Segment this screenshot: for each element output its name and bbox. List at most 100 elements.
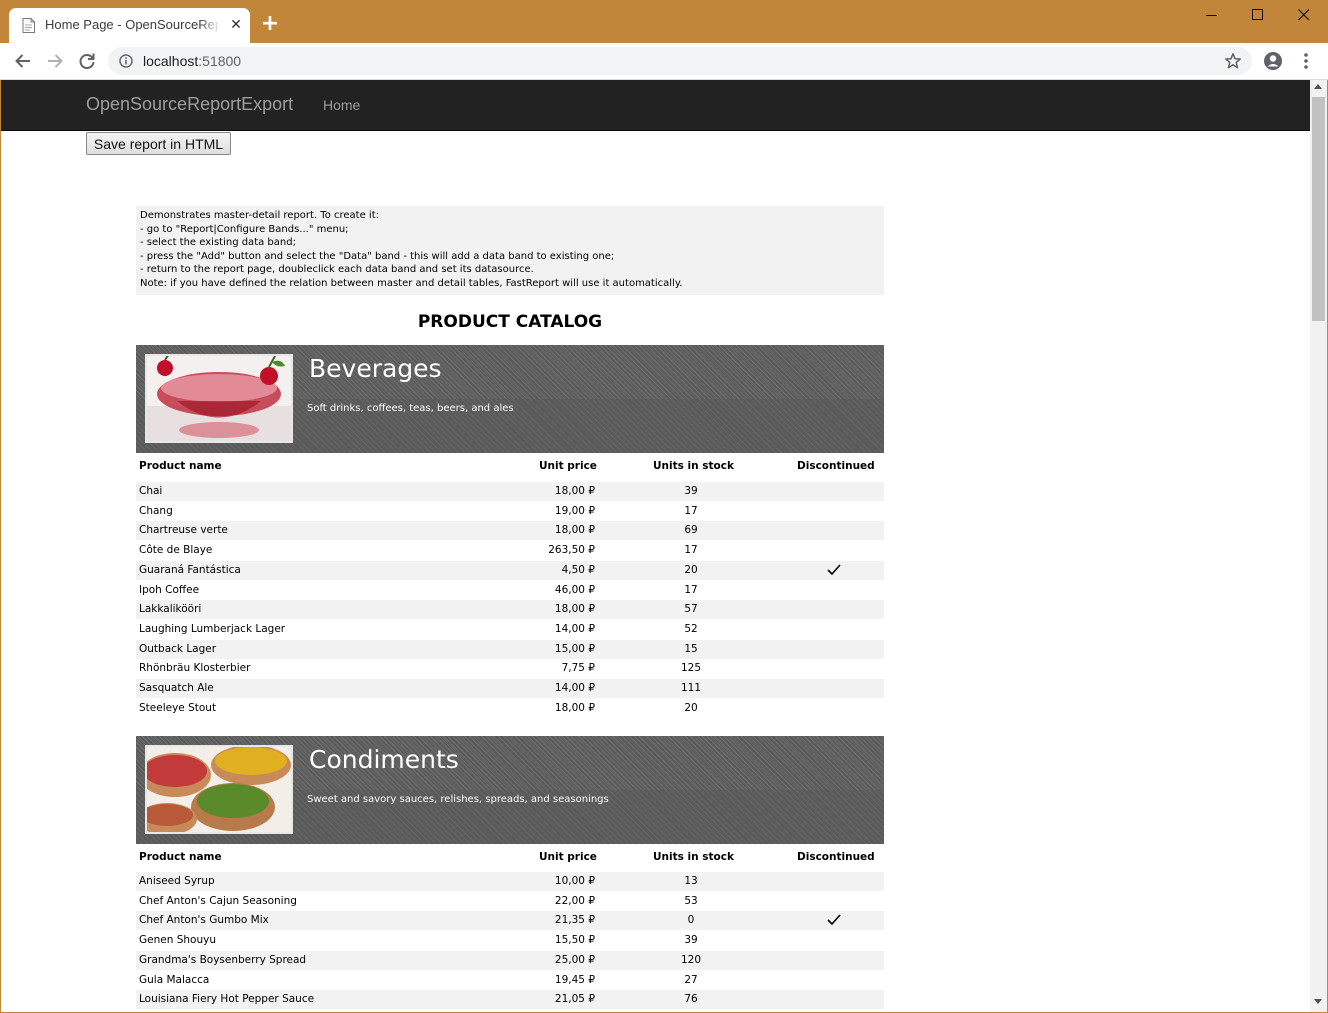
units-in-stock-cell: 76 <box>684 993 698 1006</box>
table-row: Chef Anton's Gumbo Mix 21,35 ₽ 0 <box>136 911 884 931</box>
table-row: Louisiana Fiery Hot Pepper Sauce 21,05 ₽ 7… <box>136 990 884 1010</box>
url-text[interactable]: localhost:51800 <box>143 53 241 69</box>
product-name-cell: Lakkalikööri <box>139 603 202 616</box>
maximize-button[interactable] <box>1235 3 1281 27</box>
description-line: - select the existing data band; <box>140 237 296 248</box>
info-icon[interactable] <box>119 54 133 68</box>
column-header-row: Product name Unit price Units in stock D… <box>136 851 884 867</box>
url-host: localhost <box>143 53 199 69</box>
table-row: Chang 19,00 ₽ 17 <box>136 502 884 521</box>
account-icon[interactable] <box>1263 51 1283 71</box>
reload-icon[interactable] <box>76 50 98 72</box>
checkmark-icon <box>827 564 841 575</box>
table-row: Aniseed Syrup 10,00 ₽ 13 <box>136 872 884 891</box>
category-header: Beverages Soft drinks, coffees, teas, be… <box>136 345 884 453</box>
category-name: Beverages <box>309 354 442 383</box>
product-name-cell: Outback Lager <box>139 642 217 655</box>
browser-toolbar: localhost:51800 <box>0 43 1328 80</box>
description-line: Demonstrates master-detail report. To cr… <box>140 210 379 221</box>
scroll-up-arrow-icon[interactable] <box>1314 84 1322 89</box>
column-header-product-name: Product name <box>139 460 222 472</box>
new-tab-icon[interactable]: + <box>259 13 281 35</box>
unit-price-cell: 18,00 ₽ <box>554 485 595 497</box>
address-bar[interactable]: localhost:51800 <box>108 47 1252 75</box>
arrow-right-icon[interactable] <box>44 50 66 72</box>
table-row: Chef Anton's Cajun Seasoning 22,00 ₽ 53 <box>136 892 884 911</box>
category-image <box>145 745 293 834</box>
column-header-product-name: Product name <box>139 851 222 863</box>
vertical-scrollbar[interactable] <box>1310 80 1327 1012</box>
column-header-unit-price: Unit price <box>539 851 597 863</box>
product-name-cell: Laughing Lumberjack Lager <box>139 622 286 635</box>
minimize-button[interactable] <box>1189 3 1235 27</box>
units-in-stock-cell: 20 <box>684 563 698 576</box>
units-in-stock-cell: 120 <box>680 953 702 966</box>
table-row: Chai 18,00 ₽ 39 <box>136 482 884 501</box>
units-in-stock-cell: 39 <box>684 485 698 497</box>
unit-price-cell: 21,05 ₽ <box>554 993 595 1006</box>
save-report-button[interactable]: Save report in HTML <box>86 132 231 155</box>
product-name-cell: Ipoh Coffee <box>139 583 200 596</box>
table-row: Rhönbräu Klosterbier 7,75 ₽ 125 <box>136 659 884 678</box>
browser-tab[interactable]: Home Page - OpenSourceReportExport ✕ <box>9 8 250 43</box>
scroll-down-arrow-icon[interactable] <box>1314 999 1322 1004</box>
more-vert-icon[interactable] <box>1298 51 1314 71</box>
product-name-cell: Aniseed Syrup <box>139 875 215 887</box>
unit-price-cell: 22,00 ₽ <box>554 894 595 907</box>
table-row: Sasquatch Ale 14,00 ₽ 111 <box>136 679 884 698</box>
table-row: Gula Malacca 19,45 ₽ 27 <box>136 971 884 990</box>
product-name-cell: Chai <box>139 485 163 497</box>
units-in-stock-cell: 53 <box>684 894 698 907</box>
close-window-button[interactable] <box>1281 3 1327 27</box>
unit-price-cell: 15,00 ₽ <box>554 642 595 655</box>
product-name-cell: Chef Anton's Gumbo Mix <box>139 914 269 927</box>
category-image <box>145 354 293 443</box>
table-row: Côte de Blaye 263,50 ₽ 17 <box>136 541 884 560</box>
unit-price-cell: 14,00 ₽ <box>554 682 595 694</box>
maximize-icon <box>1252 9 1263 20</box>
unit-price-cell: 46,00 ₽ <box>554 583 595 596</box>
category-header: Condiments Sweet and savory sauces, reli… <box>136 736 884 844</box>
nav-home-link[interactable]: Home <box>323 97 360 113</box>
scrollbar-thumb[interactable] <box>1312 97 1325 321</box>
column-header-unit-price: Unit price <box>539 460 597 472</box>
product-name-cell: Genen Shouyu <box>139 934 216 947</box>
table-row: Steeleye Stout 18,00 ₽ 20 <box>136 699 884 718</box>
unit-price-cell: 18,00 ₽ <box>554 524 595 537</box>
cocktail-glass-image <box>147 356 291 441</box>
table-row: Outback Lager 15,00 ₽ 15 <box>136 639 884 659</box>
star-icon[interactable] <box>1224 52 1242 70</box>
description-line: - press the "Add" button and select the … <box>140 250 615 262</box>
column-header-row: Product name Unit price Units in stock D… <box>136 460 884 476</box>
unit-price-cell: 19,45 ₽ <box>554 973 595 986</box>
description-line: - go to "Report|Configure Bands..." menu… <box>140 223 349 235</box>
units-in-stock-cell: 15 <box>684 642 698 655</box>
unit-price-cell: 18,00 ₽ <box>554 603 595 616</box>
units-in-stock-cell: 52 <box>684 622 698 635</box>
unit-price-cell: 14,00 ₽ <box>554 622 595 635</box>
tab-title-fade <box>199 14 221 36</box>
close-tab-icon[interactable]: ✕ <box>228 17 244 33</box>
units-in-stock-cell: 69 <box>684 524 698 537</box>
page-favicon-icon <box>22 18 35 33</box>
column-header-discontinued: Discontinued <box>797 851 875 863</box>
unit-price-cell: 19,00 ₽ <box>554 504 595 517</box>
page-viewport: OpenSourceReportExport Home Save report … <box>1 80 1310 1012</box>
description-line: Note: if you have defined the relation b… <box>140 277 683 289</box>
table-row: Laughing Lumberjack Lager 14,00 ₽ 52 <box>136 620 884 639</box>
arrow-left-icon[interactable] <box>12 50 34 72</box>
product-name-cell: Sasquatch Ale <box>139 682 214 694</box>
browser-window: Home Page - OpenSourceReportExport ✕ + <box>0 0 1328 1013</box>
unit-price-cell: 15,50 ₽ <box>554 934 595 947</box>
close-icon <box>1298 9 1310 21</box>
unit-price-cell: 10,00 ₽ <box>554 875 595 887</box>
units-in-stock-cell: 27 <box>684 973 698 986</box>
table-row: Grandma's Boysenberry Spread 25,00 ₽ 120 <box>136 950 884 970</box>
url-port: :51800 <box>198 53 242 69</box>
product-name-cell: Chang <box>139 504 173 517</box>
site-brand-link[interactable]: OpenSourceReportExport <box>86 94 293 115</box>
units-in-stock-cell: 57 <box>684 603 698 616</box>
unit-price-cell: 25,00 ₽ <box>554 953 595 966</box>
units-in-stock-cell: 17 <box>684 544 698 557</box>
unit-price-cell: 21,35 ₽ <box>554 914 595 927</box>
